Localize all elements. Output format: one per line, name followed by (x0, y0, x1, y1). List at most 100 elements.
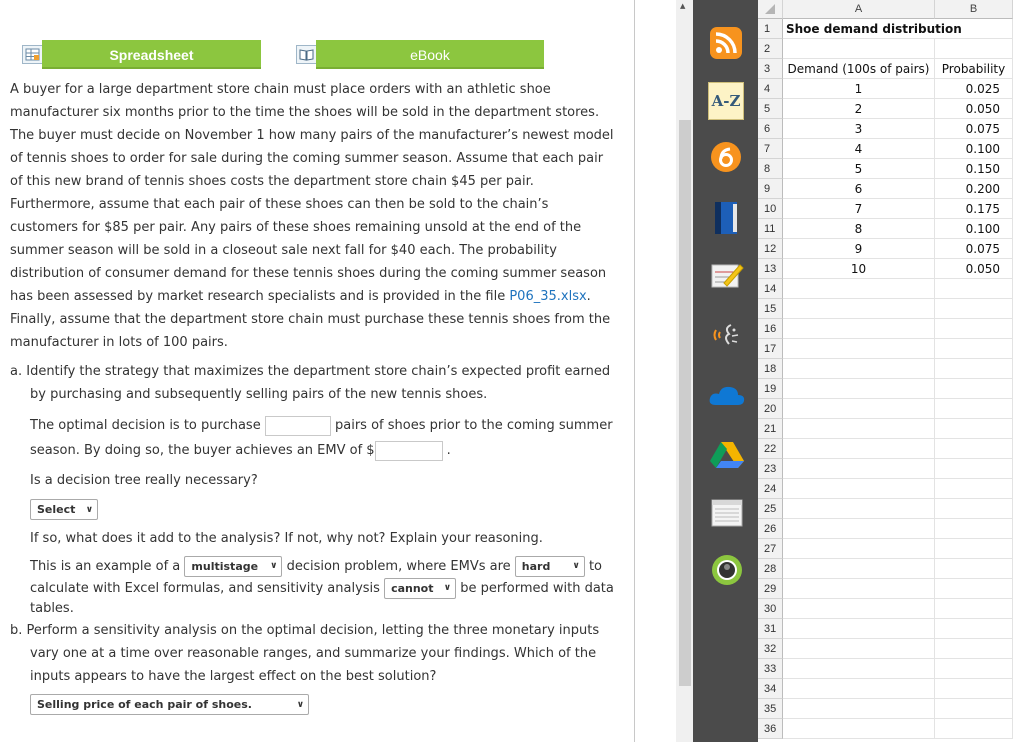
cell-b[interactable] (935, 359, 1013, 379)
row-header[interactable]: 31 (758, 619, 783, 639)
cell-a[interactable] (783, 439, 935, 459)
sensitivity-select[interactable]: cannot ∨ (384, 578, 457, 599)
cell-a[interactable] (783, 499, 935, 519)
row-header[interactable]: 3 (758, 59, 783, 79)
row-header[interactable]: 30 (758, 599, 783, 619)
cell-b[interactable] (935, 539, 1013, 559)
emv-difficulty-select[interactable]: hard ∨ (514, 556, 585, 577)
cell-b[interactable] (935, 399, 1013, 419)
cell-a[interactable] (783, 279, 935, 299)
spreadsheet-tab-button[interactable]: Spreadsheet (42, 40, 261, 69)
cell-a[interactable] (783, 399, 935, 419)
demand-cell[interactable]: 9 (783, 239, 935, 259)
cell-b[interactable] (935, 559, 1013, 579)
row-header[interactable]: 11 (758, 219, 783, 239)
cell-b[interactable] (935, 699, 1013, 719)
cell-b[interactable] (935, 719, 1013, 739)
demand-cell[interactable]: 7 (783, 199, 935, 219)
a-z-icon[interactable]: A-Z (708, 82, 744, 120)
demand-cell[interactable]: 2 (783, 99, 935, 119)
cell-b[interactable] (935, 419, 1013, 439)
column-header-a[interactable]: A (783, 0, 935, 19)
cell-a[interactable] (783, 539, 935, 559)
tree-necessary-select[interactable]: Select ∨ (30, 499, 98, 520)
row-header[interactable]: 2 (758, 39, 783, 59)
row-header[interactable]: 12 (758, 239, 783, 259)
row-header[interactable]: 15 (758, 299, 783, 319)
cell-a[interactable] (783, 679, 935, 699)
cell-b[interactable] (935, 339, 1013, 359)
row-header[interactable]: 4 (758, 79, 783, 99)
row-header[interactable]: 10 (758, 199, 783, 219)
cell-b[interactable] (935, 459, 1013, 479)
cell-b[interactable] (935, 619, 1013, 639)
book-icon[interactable] (712, 200, 740, 236)
largest-effect-select[interactable]: Selling price of each pair of shoes. ∨ (30, 694, 309, 715)
cell-a[interactable] (783, 359, 935, 379)
data-file-link[interactable]: P06_35.xlsx (509, 289, 586, 304)
row-header[interactable]: 16 (758, 319, 783, 339)
row-header[interactable]: 14 (758, 279, 783, 299)
row-header[interactable]: 33 (758, 659, 783, 679)
cell-b[interactable] (935, 479, 1013, 499)
row-header[interactable]: 36 (758, 719, 783, 739)
row-header[interactable]: 25 (758, 499, 783, 519)
cell-b[interactable] (935, 39, 1013, 59)
row-header[interactable]: 7 (758, 139, 783, 159)
cell-a[interactable] (783, 419, 935, 439)
row-header[interactable]: 32 (758, 639, 783, 659)
pairs-input[interactable] (264, 415, 331, 436)
cell-a[interactable] (783, 619, 935, 639)
cell-b[interactable] (935, 639, 1013, 659)
notepad-pencil-icon[interactable] (710, 260, 744, 292)
row-header[interactable]: 23 (758, 459, 783, 479)
row-header[interactable]: 34 (758, 679, 783, 699)
row-header[interactable]: 8 (758, 159, 783, 179)
cell-a[interactable] (783, 39, 935, 59)
cell-b[interactable] (935, 19, 1013, 39)
read-aloud-icon[interactable] (711, 320, 743, 350)
row-header[interactable]: 22 (758, 439, 783, 459)
row-header[interactable]: 28 (758, 559, 783, 579)
row-header[interactable]: 20 (758, 399, 783, 419)
cell-b[interactable] (935, 279, 1013, 299)
row-header[interactable]: 35 (758, 699, 783, 719)
cell-a[interactable] (783, 519, 935, 539)
cell-b[interactable] (935, 499, 1013, 519)
drive-icon[interactable] (709, 440, 745, 470)
cell-b[interactable] (935, 599, 1013, 619)
cell-a[interactable] (783, 579, 935, 599)
probability-header-cell[interactable]: Probability (935, 59, 1013, 79)
cell-a[interactable] (783, 379, 935, 399)
demand-header-cell[interactable]: Demand (100s of pairs) (783, 59, 935, 79)
cell-b[interactable] (935, 299, 1013, 319)
cell-a[interactable] (783, 699, 935, 719)
column-header-b[interactable]: B (935, 0, 1013, 19)
probability-cell[interactable]: 0.100 (935, 219, 1013, 239)
cell-b[interactable] (935, 519, 1013, 539)
row-header[interactable]: 1 (758, 19, 783, 39)
cell-b[interactable] (935, 319, 1013, 339)
spreadsheet-tab-icon[interactable] (22, 45, 43, 64)
row-header[interactable]: 19 (758, 379, 783, 399)
row-header[interactable]: 18 (758, 359, 783, 379)
orange-six-icon[interactable] (710, 141, 742, 173)
probability-cell[interactable]: 0.100 (935, 139, 1013, 159)
sheet-title-cell[interactable]: Shoe demand distribution (783, 19, 962, 39)
demand-cell[interactable]: 8 (783, 219, 935, 239)
row-header[interactable]: 26 (758, 519, 783, 539)
row-header[interactable]: 5 (758, 99, 783, 119)
emv-input[interactable] (374, 440, 443, 461)
demand-cell[interactable]: 4 (783, 139, 935, 159)
probability-cell[interactable]: 0.075 (935, 239, 1013, 259)
row-header[interactable]: 6 (758, 119, 783, 139)
row-header[interactable]: 13 (758, 259, 783, 279)
cell-b[interactable] (935, 679, 1013, 699)
cell-a[interactable] (783, 319, 935, 339)
probability-cell[interactable]: 0.075 (935, 119, 1013, 139)
row-header[interactable]: 27 (758, 539, 783, 559)
cell-a[interactable] (783, 479, 935, 499)
cell-a[interactable] (783, 659, 935, 679)
demand-cell[interactable]: 6 (783, 179, 935, 199)
cell-a[interactable] (783, 299, 935, 319)
